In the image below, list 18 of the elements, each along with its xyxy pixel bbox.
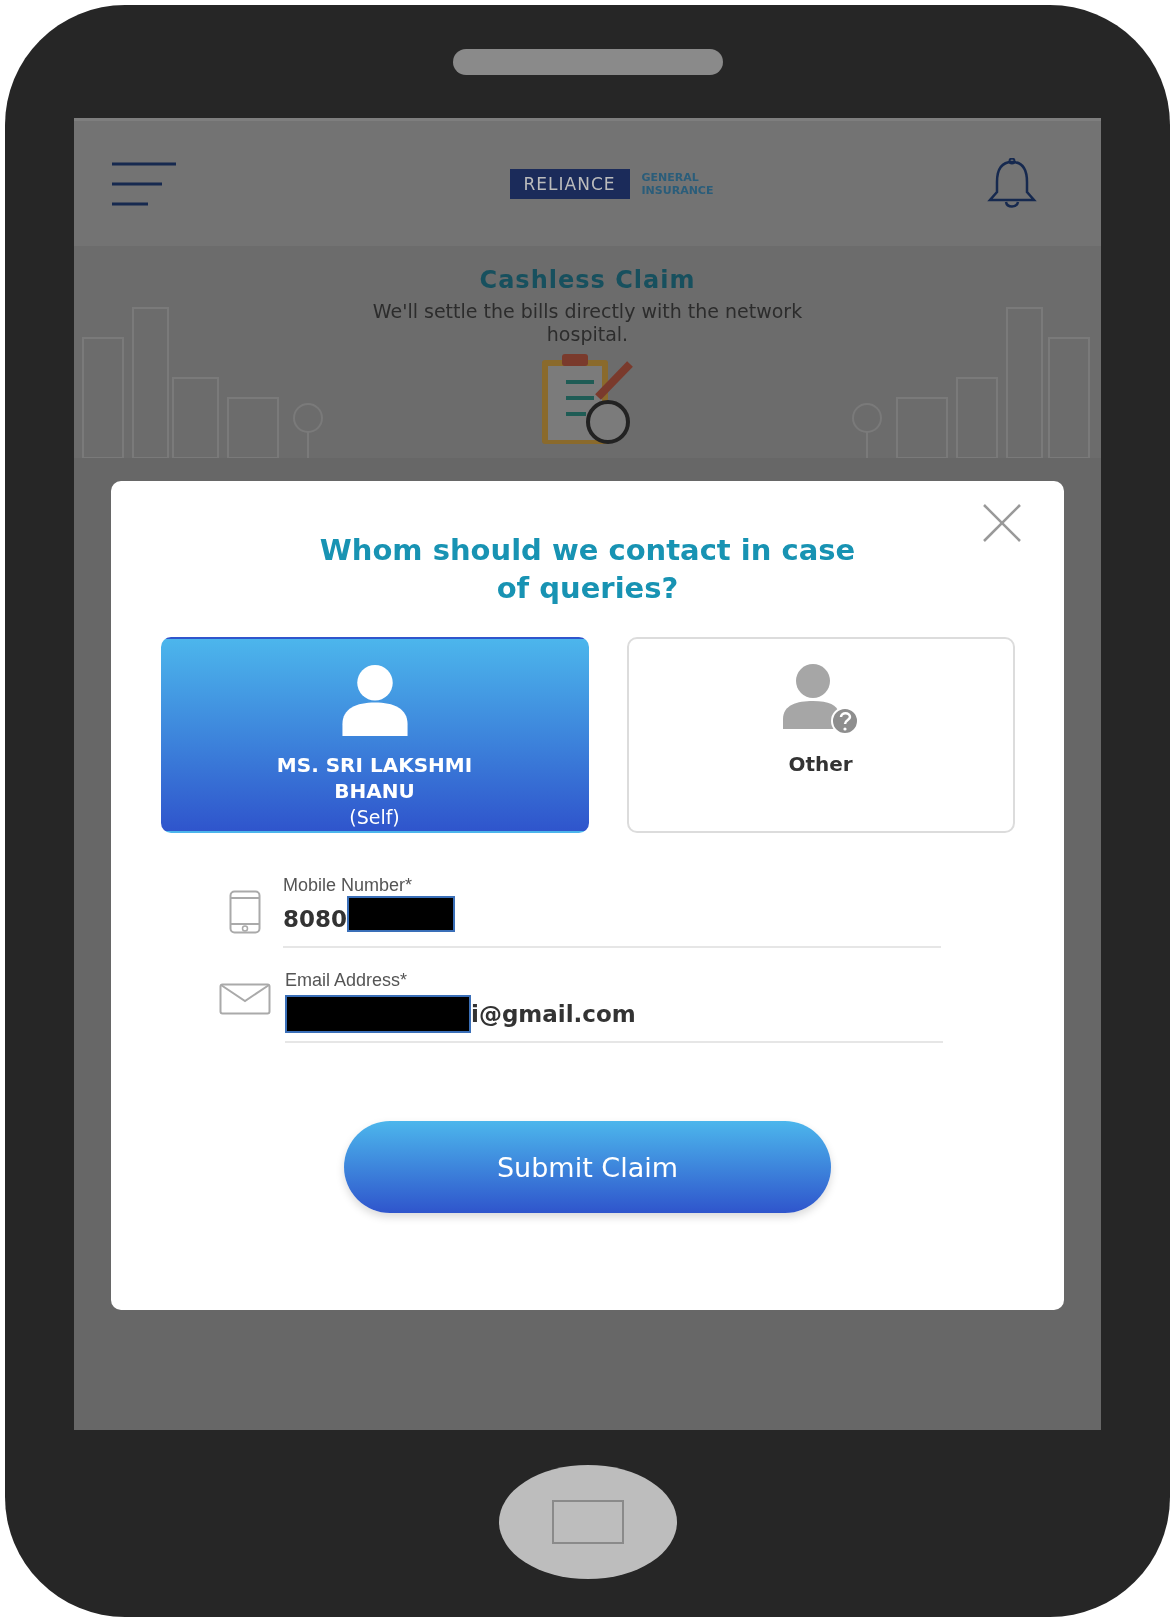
menu-icon[interactable] [112,161,176,206]
page-title: Cashless Claim [479,266,696,294]
input-field[interactable]: Mobile Number* 8080 [283,875,941,948]
logo-brand: RELIANCE [509,168,630,199]
close-icon[interactable] [982,503,1022,543]
logo-tagline: GENERAL [641,170,700,184]
contact-option[interactable]: MS. SRI LAKSHMI BHANU (Self) [160,637,589,833]
person-question-icon [782,663,859,735]
submit-button[interactable]: Submit Claim [344,1121,831,1213]
bell-icon[interactable] [987,157,1037,210]
input-field[interactable]: Email Address* i@gmail.com [285,970,943,1043]
logo-tagline: INSURANCE [641,183,714,197]
mail-icon [219,983,271,1015]
contact-option[interactable]: Other [626,637,1015,833]
person-icon [339,663,410,736]
phone-icon [229,890,261,934]
page-subtitle: We'll settle the bills directly with the network hospital. [371,300,804,346]
dialog-title: Whom should we contact in case of queries? [318,532,857,607]
